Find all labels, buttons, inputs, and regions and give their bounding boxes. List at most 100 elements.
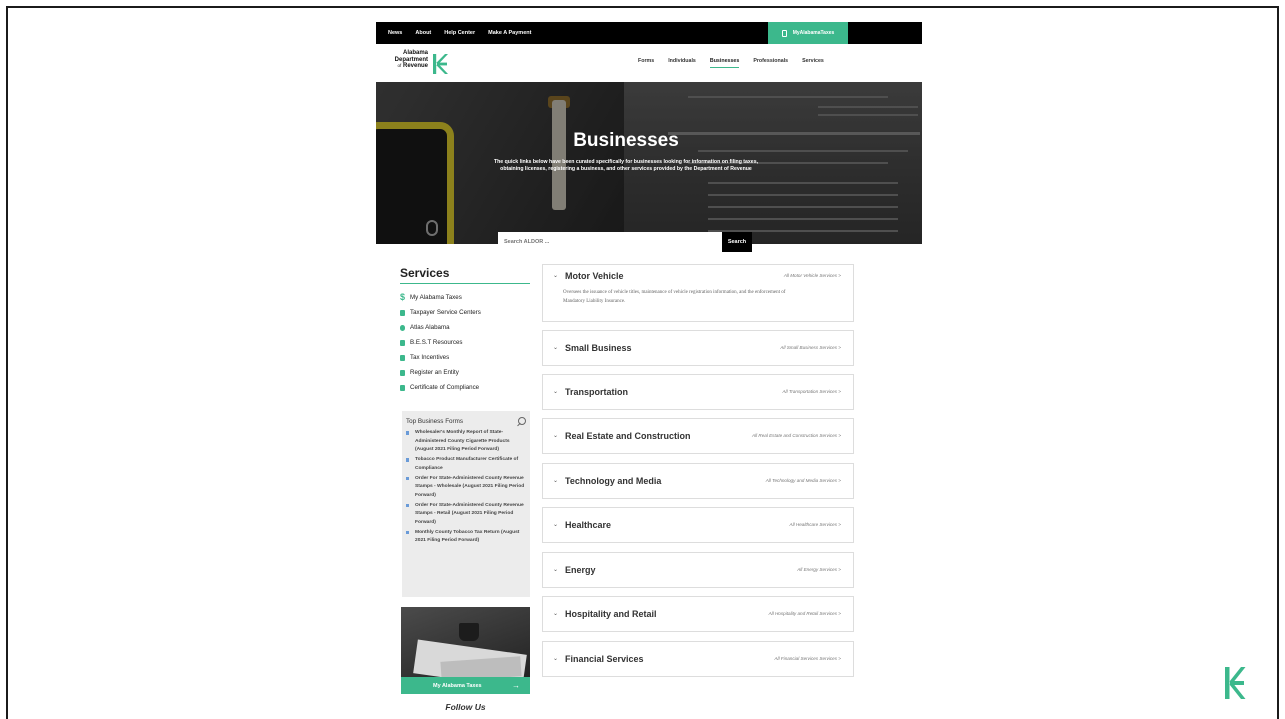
logo-text: Alabama Department of Revenue (386, 50, 428, 70)
globe-icon (400, 324, 405, 331)
accordion-header[interactable]: ⌄ Hospitality and Retail All Hospitality… (543, 603, 855, 625)
accordion-header[interactable]: ⌄ Healthcare All Healthcare Services > (543, 514, 855, 536)
category-healthcare[interactable]: ⌄ Healthcare All Healthcare Services > (542, 507, 854, 543)
top-links: News About Help Center Make A Payment (388, 22, 531, 44)
document-icon (406, 530, 409, 535)
service-label: Register an Entity (410, 369, 459, 376)
accordion-header[interactable]: ⌄ Motor Vehicle All Motor Vehicle Servic… (543, 265, 855, 287)
service-label: Atlas Alabama (410, 324, 450, 331)
logo-of: of (397, 63, 402, 68)
service-label: Certificate of Compliance (410, 384, 480, 391)
category-description: Oversees the issuance of vehicle titles,… (563, 290, 786, 304)
service-certificate-of-compliance[interactable]: Certificate of Compliance (400, 380, 530, 395)
category-hospitality-and-retail[interactable]: ⌄ Hospitality and Retail All Hospitality… (542, 596, 854, 632)
document-icon (406, 431, 409, 435)
site-header: Alabama Department of Revenue Forms Indi… (376, 44, 922, 82)
nav-businesses[interactable]: Businesses (709, 58, 740, 68)
top-link-help-center[interactable]: Help Center (444, 30, 475, 36)
category-title: Technology and Media (565, 476, 662, 486)
service-best-resources[interactable]: B.E.S.T Resources (400, 335, 530, 350)
nav-professionals[interactable]: Professionals (753, 58, 788, 68)
category-financial-services[interactable]: ⌄ Financial Services All Financial Servi… (542, 641, 854, 677)
top-bar: News About Help Center Make A Payment My… (376, 22, 922, 44)
hero-banner: Businesses The quick links below have be… (376, 82, 922, 244)
service-tax-incentives[interactable]: Tax Incentives (400, 350, 530, 365)
aldor-k-corner-icon (1225, 667, 1246, 699)
services-list: $ My Alabama Taxes Taxpayer Service Cente… (400, 290, 530, 395)
accordion-header[interactable]: ⌄ Transportation All Transportation Serv… (543, 381, 855, 403)
top-form-item[interactable]: Order For State-Administered County Reve… (406, 475, 526, 501)
top-link-about[interactable]: About (415, 30, 431, 36)
service-register-an-entity[interactable]: Register an Entity (400, 365, 530, 380)
service-atlas-alabama[interactable]: Atlas Alabama (400, 320, 530, 335)
arrow-right-icon: → (512, 681, 520, 690)
accordion-header[interactable]: ⌄ Small Business All Small Business Serv… (543, 337, 855, 359)
top-form-link: Order For State-Administered County Reve… (415, 502, 524, 526)
category-all-services-link[interactable]: All Healthcare Services > (790, 522, 841, 527)
dollar-icon: $ (400, 292, 406, 302)
accordion-header[interactable]: ⌄ Technology and Media All Technology an… (543, 470, 855, 492)
category-all-services-link[interactable]: All Real Estate and Construction Service… (752, 433, 841, 438)
document-icon (400, 339, 405, 346)
service-label: Tax Incentives (410, 354, 450, 361)
category-transportation[interactable]: ⌄ Transportation All Transportation Serv… (542, 374, 854, 410)
category-real-estate-and-construction[interactable]: ⌄ Real Estate and Construction All Real … (542, 418, 854, 454)
category-title: Motor Vehicle (565, 271, 624, 281)
category-all-services-link[interactable]: All Hospitality and Retail Services > (769, 611, 841, 616)
my-alabama-taxes-promo-button[interactable]: My Alabama Taxes → (401, 677, 530, 694)
top-form-item[interactable]: Wholesaler's Monthly Report of State-Adm… (406, 429, 526, 455)
nav-individuals[interactable]: Individuals (668, 58, 696, 68)
top-form-link: Wholesaler's Monthly Report of State-Adm… (415, 430, 510, 453)
chevron-down-icon: ⌄ (553, 433, 559, 439)
nav-services[interactable]: Services (802, 58, 824, 68)
top-form-item[interactable]: Monthly County Tobacco Tax Return (Augus… (406, 529, 526, 546)
aldor-k-icon (433, 54, 448, 74)
search-icon[interactable] (518, 417, 526, 425)
category-technology-and-media[interactable]: ⌄ Technology and Media All Technology an… (542, 463, 854, 499)
category-title: Energy (565, 565, 596, 575)
top-forms-header: Top Business Forms (406, 417, 526, 425)
chevron-down-icon: ⌄ (553, 656, 559, 662)
top-business-forms-panel: Top Business Forms Wholesaler's Monthly … (402, 411, 530, 597)
accordion-header[interactable]: ⌄ Energy All Energy Services > (543, 559, 855, 581)
chevron-down-icon: ⌄ (553, 567, 559, 573)
category-all-services-link[interactable]: All Technology and Media Services > (766, 478, 841, 483)
top-form-link: Tobacco Product Manufacturer Certificate… (415, 457, 519, 471)
website: News About Help Center Make A Payment My… (376, 22, 922, 719)
category-all-services-link[interactable]: All Small Business Services > (780, 345, 841, 350)
category-all-services-link[interactable]: All Financial Services Services > (774, 656, 841, 661)
category-title: Transportation (565, 387, 629, 397)
top-form-link: Monthly County Tobacco Tax Return (Augus… (415, 529, 520, 544)
category-motor-vehicle[interactable]: ⌄ Motor Vehicle All Motor Vehicle Servic… (542, 264, 854, 322)
category-energy[interactable]: ⌄ Energy All Energy Services > (542, 552, 854, 588)
category-all-services-link[interactable]: All Motor Vehicle Services > (784, 273, 841, 278)
service-label: My Alabama Taxes (410, 294, 462, 301)
search-button[interactable]: Search (722, 232, 752, 252)
site-logo[interactable]: Alabama Department of Revenue (386, 50, 448, 78)
category-all-services-link[interactable]: All Energy Services > (797, 567, 841, 572)
building-icon (400, 309, 405, 316)
chevron-down-icon: ⌄ (553, 522, 559, 528)
nav-forms[interactable]: Forms (638, 58, 654, 68)
hero-title: Businesses (573, 130, 679, 151)
top-link-news[interactable]: News (388, 30, 402, 36)
document-icon (406, 503, 409, 508)
logo-revenue: Revenue (402, 63, 428, 69)
services-sidebar: Services $ My Alabama Taxes Taxpayer Serv… (400, 266, 530, 395)
accordion-header[interactable]: ⌄ Financial Services All Financial Servi… (543, 648, 855, 670)
my-alabama-taxes-button[interactable]: MyAlabamaTaxes (768, 22, 848, 44)
top-link-make-a-payment[interactable]: Make A Payment (488, 30, 531, 36)
category-title: Real Estate and Construction (565, 431, 691, 441)
category-title: Financial Services (565, 654, 644, 664)
top-form-item[interactable]: Tobacco Product Manufacturer Certificate… (406, 456, 526, 473)
top-form-item[interactable]: Order For State-Administered County Reve… (406, 502, 526, 528)
search-input[interactable] (498, 232, 722, 252)
accordion-header[interactable]: ⌄ Real Estate and Construction All Real … (543, 425, 855, 447)
service-taxpayer-service-centers[interactable]: Taxpayer Service Centers (400, 305, 530, 320)
category-all-services-link[interactable]: All Transportation Services > (782, 389, 841, 394)
service-my-alabama-taxes[interactable]: $ My Alabama Taxes (400, 290, 530, 305)
category-small-business[interactable]: ⌄ Small Business All Small Business Serv… (542, 330, 854, 366)
file-icon (400, 354, 405, 361)
chevron-down-icon: ⌄ (553, 389, 559, 395)
site-search: Search (498, 232, 752, 252)
